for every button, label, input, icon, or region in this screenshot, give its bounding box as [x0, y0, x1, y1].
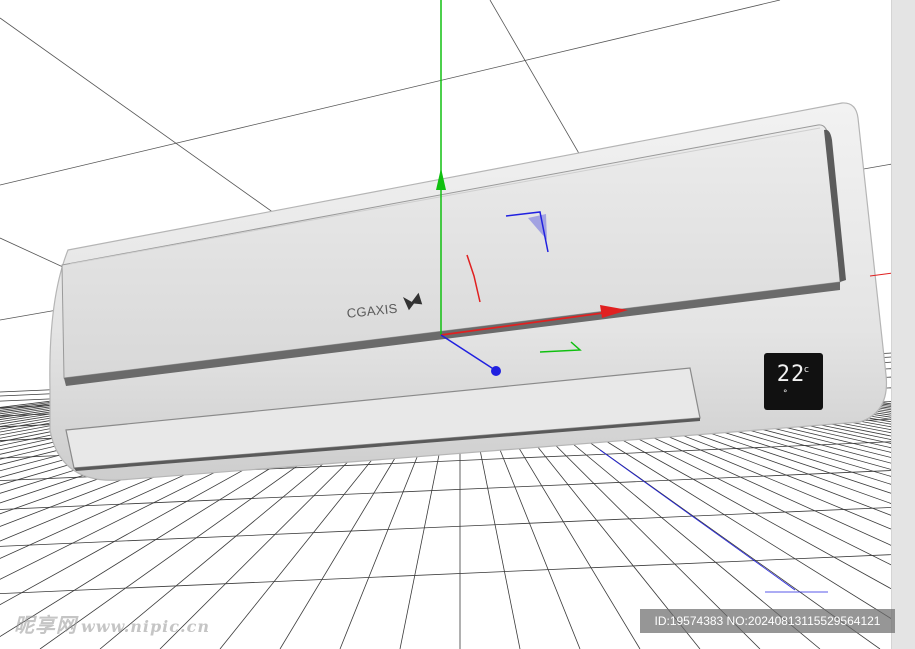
- site-watermark-url: www.nipic.cn: [81, 617, 210, 636]
- display-unit: c: [804, 365, 809, 375]
- air-conditioner-model[interactable]: [49, 102, 888, 481]
- id-stamp: ID:19574383 NO:20240813115529564121: [640, 609, 895, 633]
- site-watermark-text: 昵享网: [14, 613, 77, 637]
- grid-line: [0, 553, 915, 594]
- z-axis-extension: [599, 449, 796, 591]
- scrollbar-track[interactable]: [891, 0, 915, 649]
- 3d-viewport[interactable]: [0, 0, 915, 649]
- z-axis-arrow-icon[interactable]: [491, 366, 501, 376]
- display-degree-mark: °: [783, 389, 788, 399]
- site-watermark: 昵享网 www.nipic.cn: [14, 609, 210, 638]
